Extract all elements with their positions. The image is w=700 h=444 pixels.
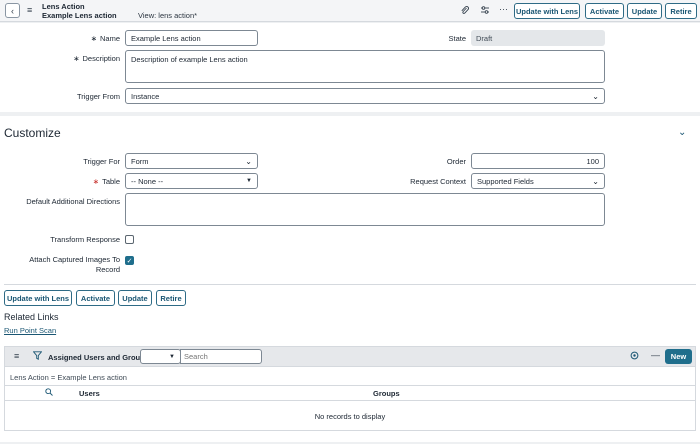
related-list-breadcrumb[interactable]: Lens Action = Example Lens action <box>10 373 127 382</box>
empty-message: No records to display <box>314 412 386 421</box>
filter-icon[interactable] <box>32 351 43 362</box>
state-field: Draft <box>471 30 605 46</box>
trigger-from-value: Instance <box>131 91 160 101</box>
transform-response-label: Transform Response <box>50 235 120 244</box>
back-button[interactable]: ‹ <box>5 3 20 18</box>
run-point-scan-link[interactable]: Run Point Scan <box>4 326 56 335</box>
update-with-lens-button-bottom[interactable]: Update with Lens <box>4 290 72 306</box>
search-column-select[interactable]: ▼ <box>140 349 181 364</box>
table-value: -- None -- <box>131 176 164 186</box>
related-list-body: Lens Action = Example Lens action Users … <box>4 367 696 431</box>
trigger-for-label: Trigger For <box>83 157 120 166</box>
activate-button[interactable]: Activate <box>585 3 624 19</box>
collapse-dash-icon[interactable]: — <box>651 350 660 360</box>
trigger-for-select[interactable]: Form ⌄ <box>125 153 258 169</box>
table-select[interactable]: -- None -- ▼ <box>125 173 258 189</box>
divider <box>4 284 696 285</box>
divider <box>5 400 695 401</box>
activate-button-bottom[interactable]: Activate <box>76 290 115 306</box>
record-type-title: Lens Action <box>42 2 85 11</box>
main-form-section: ∗ Name Example Lens action State Draft ∗ D… <box>0 23 700 112</box>
customize-section: Customize ⌄ Trigger For Form ⌄ Order 100… <box>0 116 700 442</box>
update-button[interactable]: Update <box>627 3 662 19</box>
view-indicator: View: lens action* <box>138 11 198 20</box>
related-links-title: Related Links <box>4 312 59 322</box>
record-name-title: Example Lens action <box>42 11 117 20</box>
context-menu-icon[interactable]: ≡ <box>27 5 32 15</box>
list-menu-icon[interactable]: ≡ <box>14 351 19 361</box>
request-context-select[interactable]: Supported Fields ⌄ <box>471 173 605 189</box>
attach-images-checkbox[interactable]: ✓ <box>125 256 134 265</box>
required-asterisk-icon: ∗ <box>90 34 97 43</box>
gear-icon[interactable] <box>630 351 639 362</box>
request-context-label: Request Context <box>410 177 466 186</box>
column-header-groups[interactable]: Groups <box>373 389 400 398</box>
retire-button[interactable]: Retire <box>665 3 697 19</box>
search-icon[interactable] <box>45 388 53 398</box>
caret-down-icon: ▼ <box>246 178 252 184</box>
chevron-down-icon: ⌄ <box>592 176 599 186</box>
chevron-left-icon: ‹ <box>11 5 14 16</box>
settings-sliders-icon[interactable] <box>480 5 490 17</box>
trigger-from-select[interactable]: Instance ⌄ <box>125 88 605 104</box>
caret-down-icon: ▼ <box>169 353 175 360</box>
update-button-bottom[interactable]: Update <box>118 290 152 306</box>
search-input[interactable] <box>180 349 262 364</box>
chevron-down-icon: ⌄ <box>245 156 252 166</box>
related-list-title: Assigned Users and Groups <box>48 353 149 362</box>
chevron-down-icon: ⌄ <box>592 91 599 101</box>
description-label: ∗ Description <box>73 54 120 63</box>
trigger-from-label: Trigger From <box>76 92 120 101</box>
name-field[interactable]: Example Lens action <box>125 30 258 46</box>
related-list-header: ≡ Assigned Users and Groups ▼ — New <box>4 346 696 367</box>
more-options-icon[interactable]: ··· <box>499 4 508 14</box>
name-label: ∗ Name <box>90 34 120 43</box>
update-with-lens-button[interactable]: Update with Lens <box>514 3 580 19</box>
paperclip-icon[interactable] <box>460 5 470 17</box>
checkmark-icon: ✓ <box>126 257 133 265</box>
trigger-for-value: Form <box>131 156 149 166</box>
collapse-chevron-icon[interactable]: ⌄ <box>678 127 686 138</box>
attach-images-label: Attach Captured Images To Record <box>29 255 120 274</box>
table-label: ∗ Table <box>92 177 120 186</box>
state-label: State <box>448 34 466 43</box>
required-asterisk-icon: ∗ <box>73 54 80 63</box>
order-label: Order <box>446 157 466 166</box>
transform-response-checkbox[interactable] <box>125 235 134 244</box>
form-header: ‹ ≡ Lens Action Example Lens action View… <box>0 0 700 22</box>
new-button[interactable]: New <box>665 349 692 364</box>
required-asterisk-icon: ∗ <box>92 177 100 186</box>
customize-section-title: Customize <box>4 126 61 140</box>
default-directions-label: Default Additional Directions <box>26 197 120 206</box>
retire-button-bottom[interactable]: Retire <box>156 290 186 306</box>
divider <box>5 385 695 386</box>
default-directions-field[interactable] <box>125 193 605 226</box>
column-header-users[interactable]: Users <box>79 389 100 398</box>
order-field[interactable]: 100 <box>471 153 605 169</box>
request-context-value: Supported Fields <box>477 176 534 186</box>
description-field[interactable]: Description of example Lens action <box>125 50 605 83</box>
